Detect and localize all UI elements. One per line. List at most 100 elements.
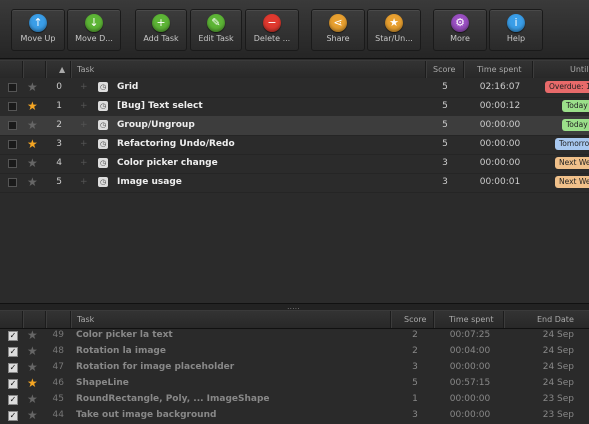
star-icon[interactable]: ★ (27, 80, 38, 94)
star-icon[interactable]: ★ (27, 118, 38, 132)
task-number: 44 (52, 410, 64, 420)
task-name: Rotation la image (76, 346, 166, 356)
star-icon[interactable]: ★ (27, 156, 38, 170)
move-up-button[interactable]: ↑ Move Up (11, 9, 65, 51)
time-spent-column-header[interactable]: Time spent (477, 65, 522, 74)
table-row[interactable]: ★ 3 + ◷ Refactoring Undo/Redo 5 00:00:00… (0, 135, 589, 155)
star-icon[interactable]: ★ (27, 392, 38, 406)
task-number: 47 (52, 362, 64, 372)
task-end-date: 24 Sep (542, 378, 574, 388)
task-score: 1 (412, 394, 418, 404)
clock-icon: ◷ (98, 158, 108, 168)
move-down-label: Move D... (75, 34, 113, 43)
table-row[interactable]: ★ 0 + ◷ Grid 5 02:16:07 Overdue: 1 (0, 78, 589, 98)
table-row[interactable]: ★ 5 + ◷ Image usage 3 00:00:01 Next Wee (0, 173, 589, 193)
expand-icon[interactable]: + (80, 139, 88, 149)
task-time: 00:04:00 (449, 346, 491, 356)
due-badge: Tomorro (555, 138, 589, 150)
task-number: 1 (56, 101, 62, 111)
done-checkbox[interactable]: ✓ (8, 347, 18, 357)
star-icon[interactable]: ★ (27, 175, 38, 189)
table-row[interactable]: ✓ ★ 49 Color picker la text 2 00:07:25 2… (0, 328, 589, 344)
task-checkbox[interactable] (8, 83, 17, 92)
top-table-header: ▲ Task Score Time spent Until (0, 60, 589, 79)
task-time: 00:00:00 (449, 394, 491, 404)
sort-asc-icon[interactable]: ▲ (59, 65, 65, 74)
gear-icon: ⚙ (451, 14, 469, 32)
star-icon[interactable]: ★ (27, 360, 38, 374)
move-down-button[interactable]: ↓ Move D... (67, 9, 121, 51)
due-badge: Next Wee (555, 176, 589, 188)
due-badge: Today (562, 119, 589, 131)
task-score: 5 (442, 139, 448, 149)
task-checkbox[interactable] (8, 140, 17, 149)
star-icon[interactable]: ★ (27, 137, 38, 151)
share-button[interactable]: ⋖ Share (311, 9, 365, 51)
task-checkbox[interactable] (8, 102, 17, 111)
table-row[interactable]: ★ 4 + ◷ Color picker change 3 00:00:00 N… (0, 154, 589, 174)
task-column-header[interactable]: Task (77, 315, 94, 324)
time-spent-column-header[interactable]: Time spent (449, 315, 494, 324)
task-name: RoundRectangle, Poly, ... ImageShape (76, 394, 270, 404)
done-checkbox[interactable]: ✓ (8, 331, 18, 341)
task-end-date: 23 Sep (542, 394, 574, 404)
star-unstar-button[interactable]: ★ Star/Un... (367, 9, 421, 51)
task-checkbox[interactable] (8, 121, 17, 130)
arrow-up-icon: ↑ (29, 14, 47, 32)
expand-icon[interactable]: + (80, 120, 88, 130)
help-label: Help (506, 34, 526, 43)
task-score: 5 (412, 378, 418, 388)
done-checkbox[interactable]: ✓ (8, 395, 18, 405)
task-score: 3 (442, 177, 448, 187)
task-time: 00:00:00 (449, 362, 491, 372)
expand-icon[interactable]: + (80, 158, 88, 168)
delete-task-button[interactable]: − Delete ... (245, 9, 299, 51)
toolbar: ↑ Move Up ↓ Move D... + Add Task ✎ Edit … (0, 0, 589, 59)
clock-icon: ◷ (98, 139, 108, 149)
expand-icon[interactable]: + (80, 177, 88, 187)
plus-icon: + (152, 14, 170, 32)
table-row[interactable]: ✓ ★ 46 ShapeLine 5 00:57:15 24 Sep (0, 376, 589, 392)
task-checkbox[interactable] (8, 159, 17, 168)
task-time: 00:00:00 (479, 139, 521, 149)
star-icon[interactable]: ★ (27, 344, 38, 358)
star-icon[interactable]: ★ (27, 376, 38, 390)
task-column-header[interactable]: Task (77, 65, 94, 74)
delete-task-label: Delete ... (253, 34, 291, 43)
done-checkbox[interactable]: ✓ (8, 363, 18, 373)
edit-task-button[interactable]: ✎ Edit Task (190, 9, 242, 51)
table-row[interactable]: ★ 1 + ◷ [Bug] Text select 5 00:00:12 Tod… (0, 97, 589, 117)
expand-icon[interactable]: + (80, 82, 88, 92)
task-checkbox[interactable] (8, 178, 17, 187)
task-time: 00:07:25 (449, 330, 491, 340)
table-row[interactable]: ✓ ★ 48 Rotation la image 2 00:04:00 24 S… (0, 344, 589, 360)
table-row[interactable]: ✓ ★ 45 RoundRectangle, Poly, ... ImageSh… (0, 392, 589, 408)
star-icon[interactable]: ★ (27, 99, 38, 113)
due-badge: Overdue: 1 (545, 81, 589, 93)
help-button[interactable]: i Help (489, 9, 543, 51)
star-icon[interactable]: ★ (27, 328, 38, 342)
expand-icon[interactable]: + (80, 101, 88, 111)
task-name: ShapeLine (76, 378, 129, 388)
due-badge: Today (562, 100, 589, 112)
done-checkbox[interactable]: ✓ (8, 411, 18, 421)
score-column-header[interactable]: Score (433, 65, 455, 74)
more-button[interactable]: ⚙ More (433, 9, 487, 51)
table-row[interactable]: ✓ ★ 44 Take out image background 3 00:00… (0, 408, 589, 424)
score-column-header[interactable]: Score (404, 315, 426, 324)
table-row[interactable]: ★ 2 + ◷ Group/Ungroup 5 00:00:00 Today (0, 116, 589, 136)
task-end-date: 24 Sep (542, 362, 574, 372)
star-icon[interactable]: ★ (27, 408, 38, 422)
task-number: 2 (56, 120, 62, 130)
task-score: 5 (442, 82, 448, 92)
add-task-button[interactable]: + Add Task (135, 9, 187, 51)
pencil-icon: ✎ (207, 14, 225, 32)
task-time: 02:16:07 (479, 82, 521, 92)
task-name: Refactoring Undo/Redo (117, 139, 235, 149)
task-number: 4 (56, 158, 62, 168)
end-date-column-header[interactable]: End Date (537, 315, 574, 324)
table-row[interactable]: ✓ ★ 47 Rotation for image placeholder 3 … (0, 360, 589, 376)
task-score: 5 (442, 101, 448, 111)
done-checkbox[interactable]: ✓ (8, 379, 18, 389)
until-column-header[interactable]: Until (570, 65, 589, 74)
